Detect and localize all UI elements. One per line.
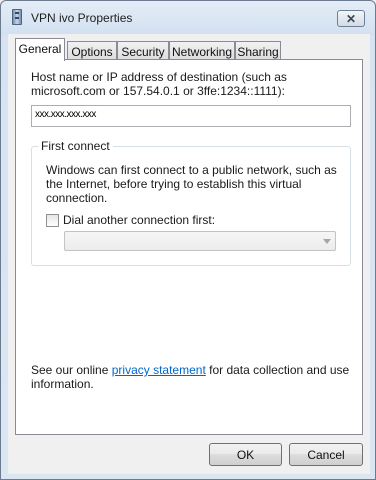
first-connect-legend: First connect — [38, 139, 113, 153]
host-input[interactable]: xxx.xxx.xxx.xxx — [31, 105, 351, 127]
tab-general[interactable]: General — [15, 38, 65, 61]
close-button[interactable]: ✕ — [337, 10, 365, 27]
dial-another-row[interactable]: Dial another connection first: — [46, 213, 215, 227]
vpn-properties-dialog: VPN ivo Properties ✕ General Options Sec… — [0, 0, 376, 480]
host-label: Host name or IP address of destination (… — [31, 70, 287, 98]
vpn-connection-icon — [12, 9, 22, 25]
dialog-client-area: General Options Security Networking Shar… — [8, 34, 370, 474]
title-bar[interactable]: VPN ivo Properties ✕ — [1, 1, 375, 35]
tab-options[interactable]: Options — [67, 41, 117, 60]
chevron-down-icon — [323, 239, 331, 244]
dial-another-checkbox[interactable] — [46, 213, 59, 227]
cancel-button[interactable]: Cancel — [289, 443, 363, 466]
window-title: VPN ivo Properties — [31, 11, 133, 25]
first-connect-description: Windows can first connect to a public ne… — [46, 163, 337, 205]
close-icon: ✕ — [345, 11, 357, 26]
dial-another-label[interactable]: Dial another connection first: — [63, 213, 215, 227]
dial-connection-select[interactable] — [64, 231, 336, 251]
privacy-statement-link[interactable]: privacy statement — [112, 363, 206, 377]
tab-sharing[interactable]: Sharing — [235, 41, 281, 60]
ok-button[interactable]: OK — [209, 443, 282, 466]
general-tab-panel: Host name or IP address of destination (… — [15, 59, 363, 435]
first-connect-group: First connect Windows can first connect … — [31, 139, 351, 266]
privacy-prefix: See our online — [31, 363, 112, 377]
tab-security[interactable]: Security — [117, 41, 169, 60]
privacy-note: See our online privacy statement for dat… — [31, 363, 351, 391]
tab-networking[interactable]: Networking — [169, 41, 235, 60]
